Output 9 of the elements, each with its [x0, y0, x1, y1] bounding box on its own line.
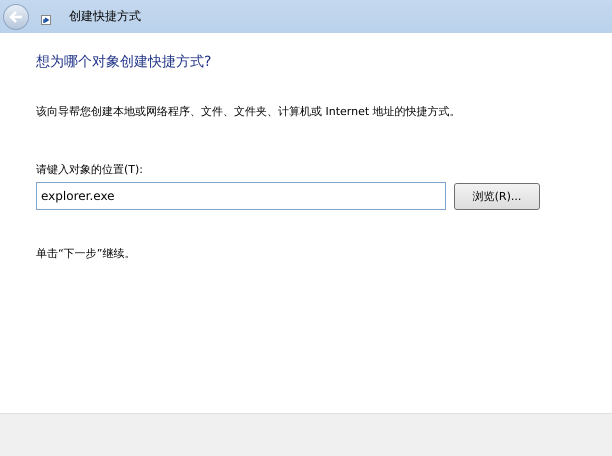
back-button[interactable] [3, 4, 29, 30]
location-input-field[interactable]: explorer.exe [36, 182, 446, 210]
shortcut-icon [41, 14, 51, 24]
description-text: 该向导帮您创建本地或网络程序、文件、文件夹、计算机或 Internet 地址的快捷方式。 [36, 104, 461, 119]
wizard-heading: 想为哪个对象创建快捷方式? [36, 53, 212, 71]
location-label: 请键入对象的位置(T): [36, 162, 144, 177]
hint-text: 单击“下一步”继续。 [36, 246, 136, 261]
window-title: 创建快捷方式 [69, 8, 141, 25]
browse-button[interactable]: 浏览(R)... [454, 182, 540, 210]
